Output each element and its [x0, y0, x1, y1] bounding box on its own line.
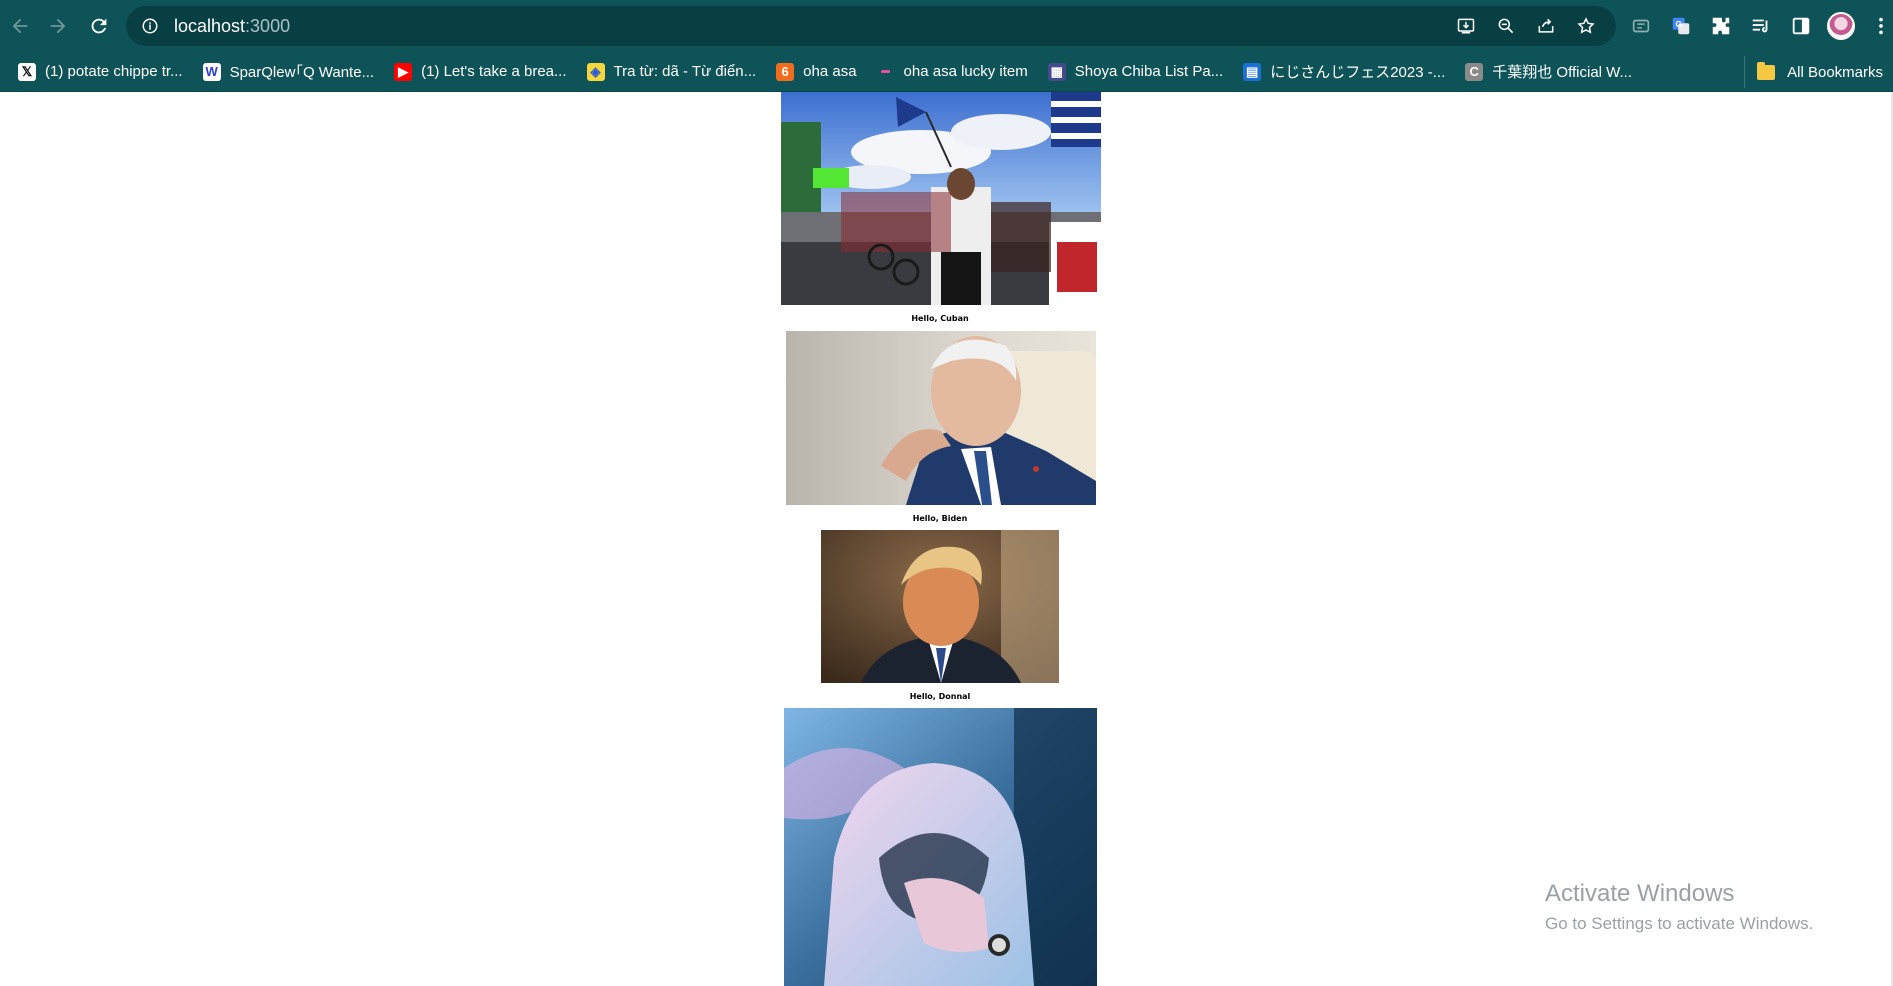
bookmark-item[interactable]: 6 oha asa — [766, 56, 866, 88]
bookmark-label: Tra từ: dã - Từ điển... — [613, 63, 757, 80]
dictionary-icon: ◈ — [586, 62, 605, 81]
bookmark-label: にじさんじフェス2023 -... — [1270, 64, 1446, 81]
reading-list-icon[interactable] — [1744, 9, 1778, 43]
forward-button[interactable] — [38, 6, 78, 46]
install-app-icon[interactable] — [1450, 10, 1482, 42]
translate-icon[interactable]: G — [1664, 9, 1698, 43]
bookmark-label: SparQlew｢Q Wante... — [229, 64, 375, 81]
folder-icon — [1757, 61, 1776, 80]
photo-hooded-figure — [784, 708, 1097, 986]
reload-icon — [91, 18, 107, 34]
url-text: localhost:3000 — [174, 16, 290, 37]
bookmark-item[interactable]: ▦ Shoya Chiba List Pa... — [1038, 56, 1233, 88]
w-logo-icon: W — [202, 62, 221, 81]
all-bookmarks-label: All Bookmarks — [1787, 63, 1883, 81]
browser-toolbar: localhost:3000 G — [0, 0, 1893, 52]
photo-cuban-rally — [781, 92, 1101, 305]
address-bar[interactable]: localhost:3000 — [126, 6, 1616, 46]
channel6-icon: 6 — [776, 62, 795, 81]
bookmark-label: oha asa — [803, 63, 857, 80]
caption-biden: Hello, Biden — [912, 514, 968, 523]
c-logo-icon: C — [1465, 62, 1484, 81]
share-icon[interactable] — [1530, 10, 1562, 42]
media-icon[interactable] — [1624, 9, 1658, 43]
info-icon[interactable] — [140, 16, 160, 36]
side-panel-icon[interactable] — [1784, 9, 1818, 43]
calendar-icon: ▤ — [1243, 62, 1262, 81]
svg-text:G: G — [1676, 20, 1682, 29]
url-port: :3000 — [245, 15, 291, 36]
bookmark-item[interactable]: W SparQlew｢Q Wante... — [193, 56, 385, 88]
bookmark-label: (1) Let's take a brea... — [421, 63, 567, 80]
youtube-icon: ▶ — [394, 62, 413, 81]
x-logo-icon: 𝕏 — [18, 62, 36, 81]
caption-cuban: Hello, Cuban — [911, 314, 969, 323]
all-bookmarks-button[interactable]: All Bookmarks — [1744, 56, 1893, 88]
bookmark-item[interactable]: 𝕏 (1) potate chippe tr... — [8, 56, 193, 88]
bookmarks-bar: 𝕏 (1) potate chippe tr... W SparQlew｢Q Want… — [0, 52, 1893, 92]
photo-biden — [786, 331, 1096, 505]
forward-arrow-icon — [50, 18, 66, 34]
bookmark-item[interactable]: ━ oha asa lucky item — [867, 56, 1038, 88]
bookmark-item[interactable]: ◈ Tra từ: dã - Từ điển... — [577, 56, 767, 88]
star-icon[interactable] — [1570, 10, 1602, 42]
photo-trump — [821, 530, 1059, 683]
bookmark-item[interactable]: C 千葉翔也 Official W... — [1455, 56, 1642, 88]
pixel-art-icon: ▦ — [1047, 62, 1066, 81]
bookmark-label: 千葉翔也 Official W... — [1492, 64, 1632, 81]
puzzle-icon[interactable] — [1704, 9, 1738, 43]
bookmark-item[interactable]: ▤ にじさんじフェス2023 -... — [1233, 56, 1455, 88]
pink-stroke-icon: ━ — [881, 63, 890, 79]
bookmark-item[interactable]: ▶ (1) Let's take a brea... — [384, 56, 576, 88]
bookmark-label: (1) potate chippe tr... — [45, 63, 183, 80]
watermark-subtitle: Go to Settings to activate Windows. — [1545, 914, 1814, 933]
profile-avatar[interactable] — [1824, 9, 1858, 43]
watermark-title: Activate Windows — [1545, 880, 1735, 907]
url-host: localhost — [174, 15, 246, 36]
caption-donnal: Hello, Donnal — [909, 692, 971, 701]
more-menu-icon[interactable] — [1864, 9, 1893, 43]
back-button[interactable] — [0, 6, 40, 46]
bookmark-label: oha asa lucky item — [903, 63, 1028, 80]
page-content: Hello, Cuban Hello, Biden Hello, Donnal … — [0, 92, 1893, 986]
bookmark-label: Shoya Chiba List Pa... — [1074, 63, 1224, 80]
reload-button[interactable] — [79, 6, 119, 46]
zoom-out-icon[interactable] — [1490, 10, 1522, 42]
windows-activation-watermark: Activate Windows Go to Settings to activ… — [1545, 880, 1813, 934]
back-arrow-icon — [12, 18, 28, 34]
